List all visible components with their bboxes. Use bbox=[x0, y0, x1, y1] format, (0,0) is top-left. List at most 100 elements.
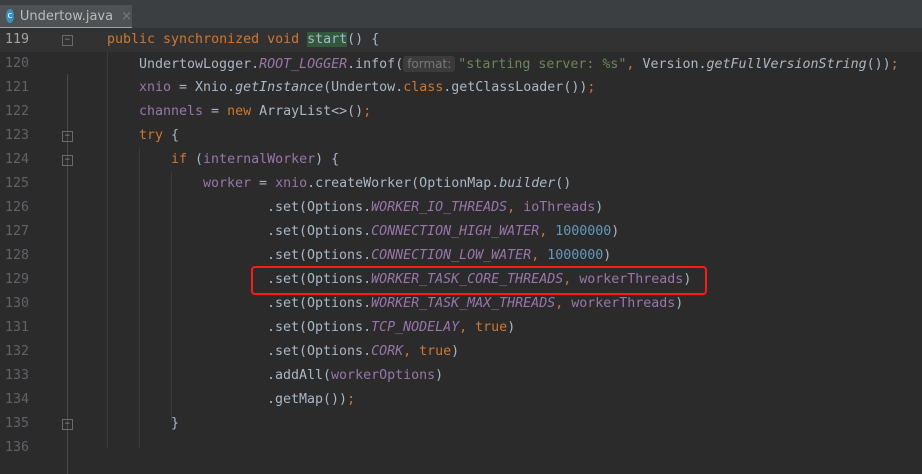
line-number: 123 bbox=[5, 128, 30, 143]
code-token: Version. bbox=[642, 57, 707, 72]
code-token: worker bbox=[203, 176, 252, 191]
code-token: if bbox=[171, 152, 196, 167]
code-token: = bbox=[203, 104, 228, 119]
code-token: xnio bbox=[139, 80, 172, 95]
code-text: .set(Options.WORKER_IO_THREADS, ioThread… bbox=[267, 196, 603, 220]
code-line[interactable]: 126 .set(Options.WORKER_IO_THREADS, ioThr… bbox=[0, 196, 922, 220]
code-token: .set(Options. bbox=[267, 296, 372, 311]
code-line[interactable]: 128 .set(Options.CONNECTION_LOW_WATER, 10… bbox=[0, 244, 922, 268]
code-text: } bbox=[171, 412, 179, 436]
code-token: .addAll( bbox=[267, 368, 332, 383]
highlight-box bbox=[251, 266, 707, 295]
code-token: ; bbox=[890, 57, 899, 72]
code-token: .set(Options. bbox=[267, 224, 372, 239]
close-icon[interactable]: × bbox=[121, 9, 132, 24]
line-number: 126 bbox=[5, 200, 30, 215]
code-token: 1000000 bbox=[555, 224, 612, 239]
code-line[interactable]: 132 .set(Options.CORK, true) bbox=[0, 340, 922, 364]
code-token: ) bbox=[595, 200, 604, 215]
code-token: builder bbox=[499, 176, 556, 191]
code-line[interactable]: 121 xnio = Xnio.getInstance(Undertow.clas… bbox=[0, 76, 922, 100]
code-line[interactable]: 119 − public synchronized void start() { bbox=[0, 28, 922, 52]
code-text: .set(Options.CONNECTION_LOW_WATER, 10000… bbox=[267, 244, 611, 268]
code-text: .getMap()); bbox=[267, 388, 355, 412]
code-token: ; bbox=[363, 104, 372, 119]
code-token: () { bbox=[347, 32, 380, 47]
code-token: workerOptions bbox=[331, 368, 436, 383]
code-line[interactable]: 130 .set(Options.WORKER_TASK_MAX_THREADS,… bbox=[0, 292, 922, 316]
code-token: ioThreads bbox=[523, 200, 596, 215]
code-token: .createWorker(OptionMap. bbox=[307, 176, 500, 191]
code-text: try { bbox=[139, 124, 179, 148]
fold-icon[interactable]: − bbox=[62, 419, 73, 430]
code-token: start bbox=[307, 32, 348, 47]
code-token: UndertowLogger. bbox=[139, 57, 260, 72]
code-token: public synchronized void bbox=[107, 32, 308, 47]
code-token: , true bbox=[403, 344, 452, 359]
code-text: xnio = Xnio.getInstance(Undertow.class.g… bbox=[139, 76, 595, 100]
code-token: CORK bbox=[371, 344, 404, 359]
code-line[interactable]: 123 − try { bbox=[0, 124, 922, 148]
line-number: 131 bbox=[5, 320, 30, 335]
code-token: = Xnio. bbox=[171, 80, 236, 95]
tab-undertow-java[interactable]: c Undertow.java × bbox=[0, 5, 132, 30]
code-text: .set(Options.CONNECTION_HIGH_WATER, 1000… bbox=[267, 220, 619, 244]
line-number: 136 bbox=[5, 440, 30, 455]
code-text: if (internalWorker) { bbox=[171, 148, 339, 172]
code-token: () bbox=[555, 176, 572, 191]
code-token: CONNECTION_HIGH_WATER bbox=[371, 224, 540, 239]
code-text: worker = xnio.createWorker(OptionMap.bui… bbox=[203, 172, 571, 196]
code-text: channels = new ArrayList<>(); bbox=[139, 100, 371, 124]
code-line[interactable]: 135 −} bbox=[0, 412, 922, 436]
code-line[interactable]: 136 bbox=[0, 436, 922, 460]
code-token: getFullVersionString bbox=[706, 57, 867, 72]
code-token: = bbox=[251, 176, 276, 191]
code-token: CONNECTION_LOW_WATER bbox=[371, 248, 532, 263]
line-number: 129 bbox=[5, 272, 30, 287]
code-token: (Undertow. bbox=[323, 80, 404, 95]
code-token: WORKER_TASK_MAX_THREADS bbox=[371, 296, 556, 311]
code-token: .set(Options. bbox=[267, 344, 372, 359]
code-line[interactable]: 131 .set(Options.TCP_NODELAY, true) bbox=[0, 316, 922, 340]
code-token: , bbox=[507, 200, 524, 215]
line-number: 133 bbox=[5, 368, 30, 383]
fold-icon[interactable]: − bbox=[62, 131, 73, 142]
code-line[interactable]: 124 − if (internalWorker) { bbox=[0, 148, 922, 172]
line-number: 122 bbox=[5, 104, 30, 119]
code-token: ) bbox=[675, 296, 684, 311]
line-number: 124 bbox=[5, 152, 30, 167]
code-line[interactable]: 122 channels = new ArrayList<>(); bbox=[0, 100, 922, 124]
code-token: ) bbox=[451, 344, 460, 359]
code-token: , bbox=[555, 296, 572, 311]
code-token: .infof( bbox=[347, 57, 404, 72]
code-token: , bbox=[626, 57, 643, 72]
code-token: ArrayList<>() bbox=[259, 104, 364, 119]
code-line[interactable]: 120 UndertowLogger.ROOT_LOGGER.infof(form… bbox=[0, 52, 922, 76]
code-text: public synchronized void start() { bbox=[107, 28, 379, 52]
code-text: .set(Options.CORK, true) bbox=[267, 340, 459, 364]
fold-icon[interactable]: − bbox=[62, 155, 73, 166]
code-token: internalWorker bbox=[203, 152, 316, 167]
code-token: { bbox=[171, 128, 180, 143]
code-line[interactable]: 125 worker = xnio.createWorker(OptionMap.… bbox=[0, 172, 922, 196]
code-token: ; bbox=[587, 80, 596, 95]
code-token: WORKER_IO_THREADS bbox=[371, 200, 508, 215]
code-token: , true bbox=[459, 320, 508, 335]
code-token: , bbox=[531, 248, 548, 263]
code-token: new bbox=[227, 104, 260, 119]
java-class-icon: c bbox=[6, 9, 14, 23]
code-token: ROOT_LOGGER bbox=[259, 57, 348, 72]
code-token: .set(Options. bbox=[267, 200, 372, 215]
code-token: ( bbox=[195, 152, 204, 167]
code-token: .getClassLoader()) bbox=[443, 80, 588, 95]
code-line[interactable]: 133 .addAll(workerOptions) bbox=[0, 364, 922, 388]
code-line[interactable]: 127 .set(Options.CONNECTION_HIGH_WATER, 1… bbox=[0, 220, 922, 244]
line-number: 130 bbox=[5, 296, 30, 311]
fold-icon[interactable]: − bbox=[62, 35, 73, 46]
code-line[interactable]: 134 .getMap()); bbox=[0, 388, 922, 412]
code-editor[interactable]: 119− public synchronized void start() {12… bbox=[0, 28, 922, 474]
line-number: 120 bbox=[5, 56, 30, 71]
line-number: 127 bbox=[5, 224, 30, 239]
code-token: channels bbox=[139, 104, 204, 119]
code-token: getInstance bbox=[235, 80, 324, 95]
